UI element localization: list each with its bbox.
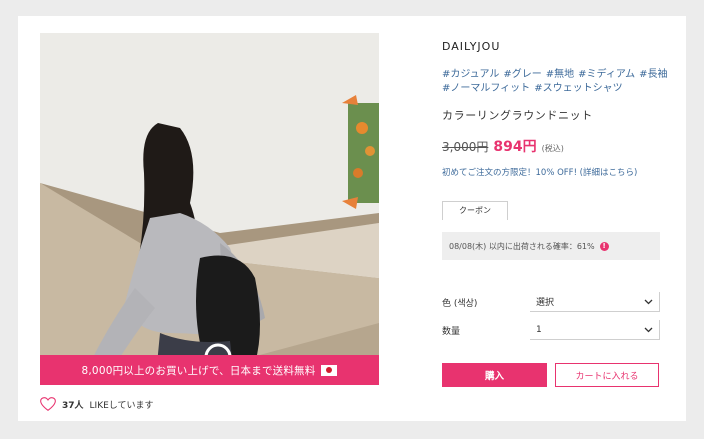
- shipping-estimate: 08/08(木) 以内に出荷される確率：61% !: [442, 232, 660, 260]
- tag-list: #カジュアル #グレー #無地 #ミディアム #長袖 #ノーマルフィット #スウェットシャツ: [442, 68, 672, 96]
- tag-link[interactable]: #スウェットシャツ: [534, 83, 622, 94]
- product-title: カラーリングラウンドニット: [442, 109, 593, 122]
- product-card: 8,000円以上のお買い上げで、日本まで送料無料 37人 LIKEしています D…: [18, 16, 686, 421]
- first-order-discount-link[interactable]: 初めてご注文の方限定！10% OFF! (詳細はこちら): [442, 166, 637, 178]
- color-label: 色 (색상): [442, 298, 478, 309]
- tag-link[interactable]: #無地: [546, 69, 574, 80]
- quantity-option-row: 数量 1: [442, 320, 660, 340]
- tag-link[interactable]: #ノーマルフィット: [442, 83, 530, 94]
- product-image[interactable]: 8,000円以上のお買い上げで、日本まで送料無料: [40, 33, 379, 385]
- quantity-label: 数量: [442, 326, 461, 337]
- tag-link[interactable]: #カジュアル: [442, 69, 499, 80]
- like-area: 37人 LIKEしています: [40, 397, 154, 411]
- buy-button[interactable]: 購入: [442, 363, 547, 387]
- sale-price: 894円: [493, 139, 537, 155]
- like-count: 37人: [62, 400, 84, 411]
- like-suffix: LIKEしています: [89, 400, 154, 411]
- color-select-value: 選択: [536, 298, 555, 308]
- brand-name[interactable]: DAILYJOU: [442, 40, 500, 53]
- tag-link[interactable]: #長袖: [639, 69, 667, 80]
- free-shipping-banner: 8,000円以上のお買い上げで、日本まで送料無料: [40, 355, 379, 385]
- shipping-estimate-text: 08/08(木) 以内に出荷される確率：61%: [449, 241, 595, 251]
- tag-link[interactable]: #グレー: [503, 69, 541, 80]
- price-block: 3,000円 894円 (税込): [442, 136, 564, 156]
- quantity-select[interactable]: 1: [530, 320, 660, 340]
- info-icon[interactable]: !: [599, 241, 609, 251]
- coupon-tab[interactable]: クーポン: [442, 201, 508, 220]
- chevron-down-icon: [644, 327, 653, 332]
- tag-link[interactable]: #ミディアム: [578, 69, 635, 80]
- chevron-down-icon: [644, 299, 653, 304]
- product-photo-illustration: [40, 33, 379, 385]
- color-select[interactable]: 選択: [530, 292, 660, 312]
- original-price: 3,000円: [442, 140, 489, 154]
- color-option-row: 色 (색상) 選択: [442, 292, 660, 312]
- heart-icon[interactable]: [40, 397, 56, 411]
- quantity-select-value: 1: [536, 324, 542, 335]
- tax-note: (税込): [541, 144, 564, 153]
- japan-flag-icon: [321, 364, 338, 376]
- free-shipping-text: 8,000円以上のお買い上げで、日本まで送料無料: [81, 364, 316, 377]
- add-to-cart-button[interactable]: カートに入れる: [555, 363, 659, 387]
